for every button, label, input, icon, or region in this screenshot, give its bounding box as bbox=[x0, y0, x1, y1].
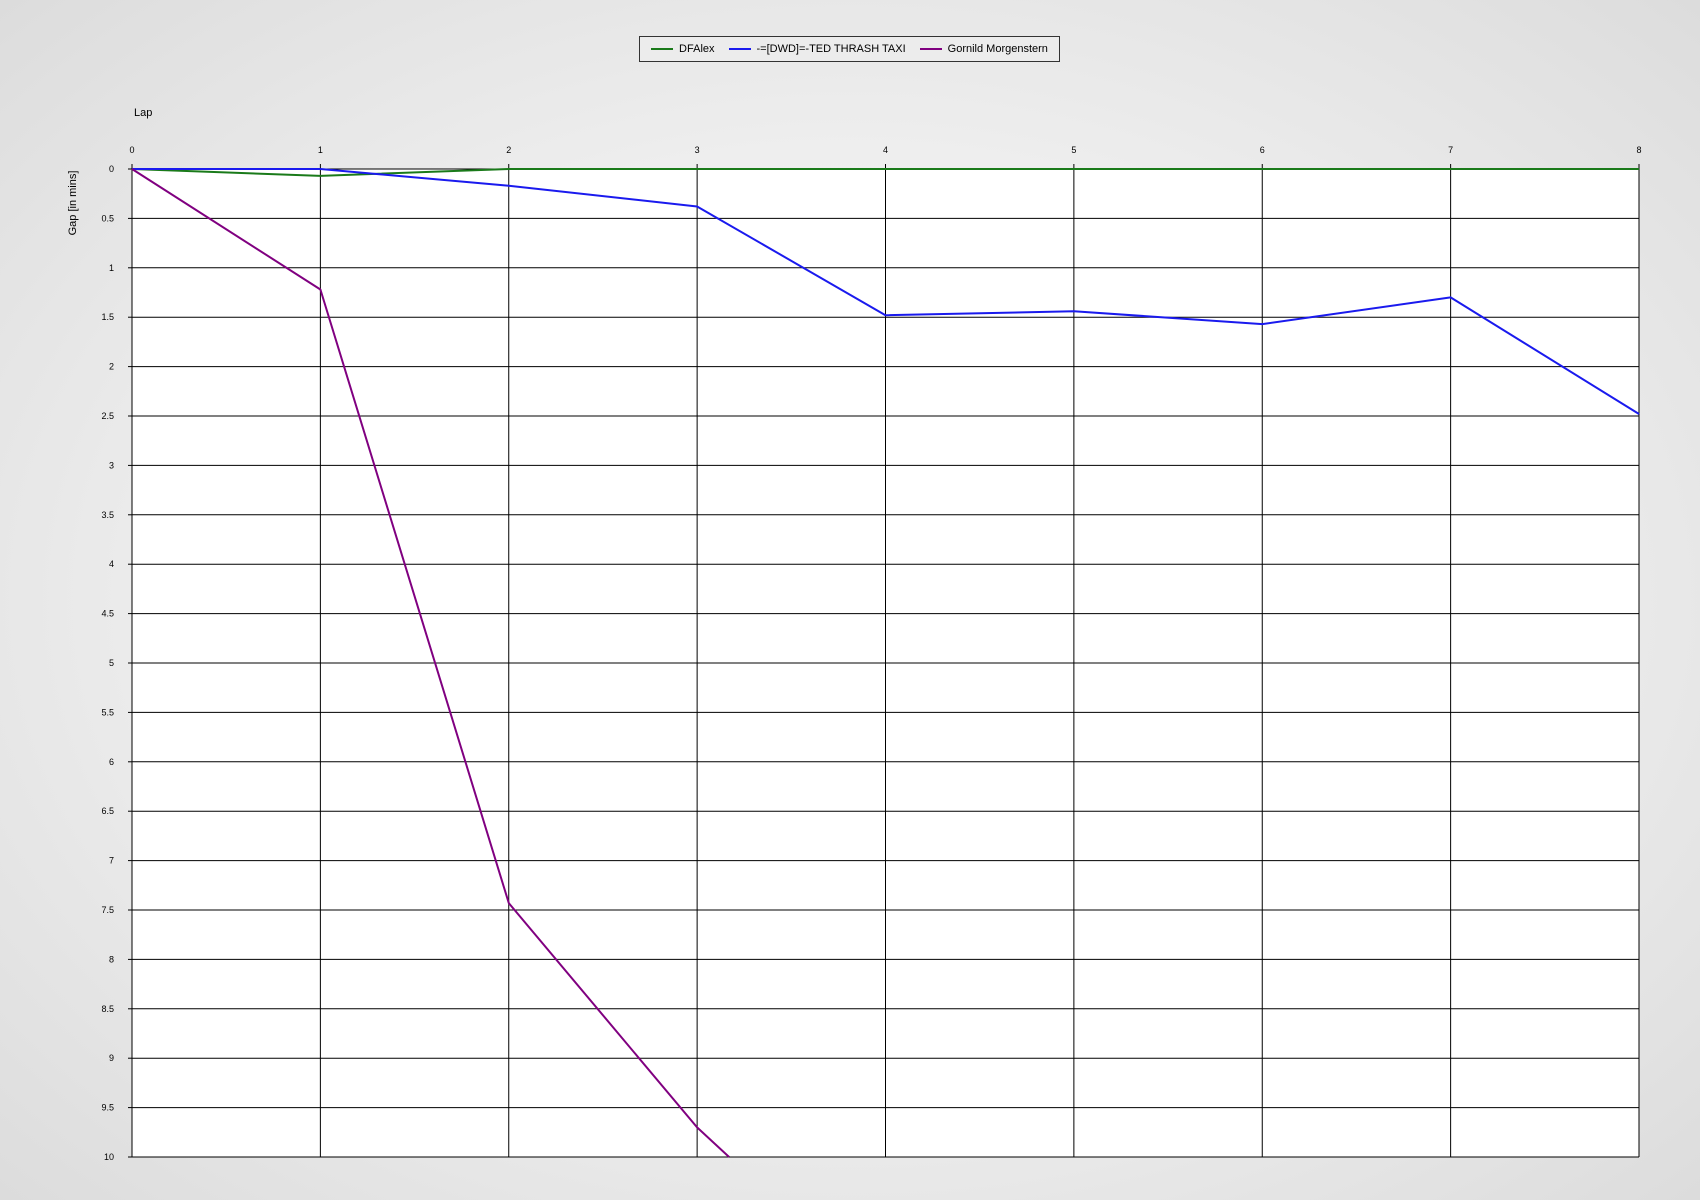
chart: DFAlex -=[DWD]=-TED THRASH TAXI Gornild … bbox=[0, 0, 1700, 1200]
y-tick-label: 9 bbox=[109, 1053, 114, 1063]
y-tick-label: 1.5 bbox=[101, 312, 114, 322]
y-tick-label: 5 bbox=[109, 658, 114, 668]
x-tick-label: 0 bbox=[129, 145, 134, 155]
y-tick-label: 3 bbox=[109, 460, 114, 470]
x-tick-label: 6 bbox=[1260, 145, 1265, 155]
y-tick-label: 9.5 bbox=[101, 1103, 114, 1113]
y-tick-label: 0.5 bbox=[101, 213, 114, 223]
y-tick-label: 5.5 bbox=[101, 707, 114, 717]
y-tick-label: 2.5 bbox=[101, 411, 114, 421]
y-tick-label: 8.5 bbox=[101, 1004, 114, 1014]
y-tick-label: 2 bbox=[109, 362, 114, 372]
y-tick-label: 4 bbox=[109, 559, 114, 569]
y-tick-label: 10 bbox=[104, 1152, 114, 1162]
x-tick-label: 1 bbox=[318, 145, 323, 155]
x-tick-label: 8 bbox=[1636, 145, 1641, 155]
y-tick-label: 7 bbox=[109, 856, 114, 866]
y-tick-label: 6.5 bbox=[101, 806, 114, 816]
y-tick-label: 3.5 bbox=[101, 510, 114, 520]
x-tick-label: 3 bbox=[695, 145, 700, 155]
x-tick-label: 2 bbox=[506, 145, 511, 155]
y-tick-label: 4.5 bbox=[101, 609, 114, 619]
y-tick-label: 0 bbox=[109, 164, 114, 174]
x-tick-label: 4 bbox=[883, 145, 888, 155]
y-tick-label: 1 bbox=[109, 263, 114, 273]
y-tick-label: 7.5 bbox=[101, 905, 114, 915]
y-tick-label: 8 bbox=[109, 954, 114, 964]
x-tick-label: 7 bbox=[1448, 145, 1453, 155]
y-tick-label: 6 bbox=[109, 757, 114, 767]
plot-area: 0 0.5 1 1.5 2 2.5 3 3.5 4 4.5 5 5.5 6 6.5 7 7.5 8 8.5 9 9.5… bbox=[101, 145, 1641, 1162]
x-tick-label: 5 bbox=[1071, 145, 1076, 155]
